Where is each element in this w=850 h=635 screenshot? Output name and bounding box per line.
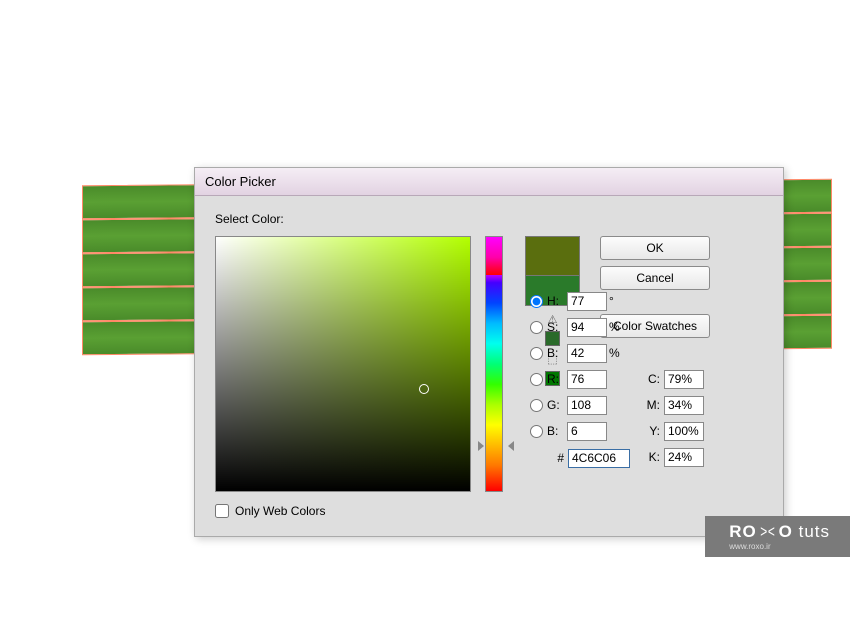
h-input[interactable] bbox=[567, 292, 607, 311]
hue-radio[interactable] bbox=[530, 295, 543, 308]
rgb-b-input[interactable] bbox=[567, 422, 607, 441]
watermark-url: www.roxo.ir bbox=[729, 542, 830, 551]
only-web-colors-label: Only Web Colors bbox=[235, 504, 325, 518]
saturation-radio[interactable] bbox=[530, 321, 543, 334]
b-input[interactable] bbox=[567, 344, 607, 363]
hex-input[interactable] bbox=[568, 449, 630, 468]
rgb-b-label: B: bbox=[547, 424, 567, 438]
color-value-fields: H: ° S: % B: % bbox=[530, 288, 760, 470]
s-label: S: bbox=[547, 320, 567, 334]
watermark-brand: RO><O tuts bbox=[729, 522, 830, 542]
r-input[interactable] bbox=[567, 370, 607, 389]
k-input[interactable] bbox=[664, 448, 704, 467]
blue-radio[interactable] bbox=[530, 425, 543, 438]
c-input[interactable] bbox=[664, 370, 704, 389]
brightness-radio[interactable] bbox=[530, 347, 543, 360]
saturation-brightness-field[interactable] bbox=[215, 236, 471, 492]
red-radio[interactable] bbox=[530, 373, 543, 386]
s-unit: % bbox=[609, 320, 620, 334]
hue-strip[interactable] bbox=[485, 236, 503, 492]
m-label: M: bbox=[640, 398, 660, 412]
y-label: Y: bbox=[640, 424, 660, 438]
y-input[interactable] bbox=[664, 422, 704, 441]
hex-label: # bbox=[530, 451, 564, 465]
color-picker-dialog: Color Picker Select Color: ⚠ ⬚ OK bbox=[194, 167, 784, 537]
h-label: H: bbox=[547, 294, 567, 308]
ok-button[interactable]: OK bbox=[600, 236, 710, 260]
g-label: G: bbox=[547, 398, 567, 412]
cancel-button[interactable]: Cancel bbox=[600, 266, 710, 290]
select-color-label: Select Color: bbox=[215, 212, 763, 226]
b-unit: % bbox=[609, 346, 620, 360]
watermark-badge: RO><O tuts www.roxo.ir bbox=[705, 516, 850, 557]
color-cursor-icon[interactable] bbox=[419, 384, 429, 394]
hue-arrow-right-icon[interactable] bbox=[508, 441, 514, 451]
dialog-title: Color Picker bbox=[205, 174, 276, 189]
c-label: C: bbox=[640, 372, 660, 386]
k-label: K: bbox=[640, 450, 660, 464]
hue-arrow-left-icon[interactable] bbox=[478, 441, 484, 451]
h-unit: ° bbox=[609, 294, 614, 308]
m-input[interactable] bbox=[664, 396, 704, 415]
green-radio[interactable] bbox=[530, 399, 543, 412]
s-input[interactable] bbox=[567, 318, 607, 337]
new-color-swatch bbox=[525, 236, 580, 276]
g-input[interactable] bbox=[567, 396, 607, 415]
hue-slider[interactable] bbox=[485, 236, 507, 492]
only-web-colors-checkbox[interactable] bbox=[215, 504, 229, 518]
r-label: R: bbox=[547, 372, 567, 386]
dialog-titlebar[interactable]: Color Picker bbox=[195, 168, 783, 196]
b-label: B: bbox=[547, 346, 567, 360]
